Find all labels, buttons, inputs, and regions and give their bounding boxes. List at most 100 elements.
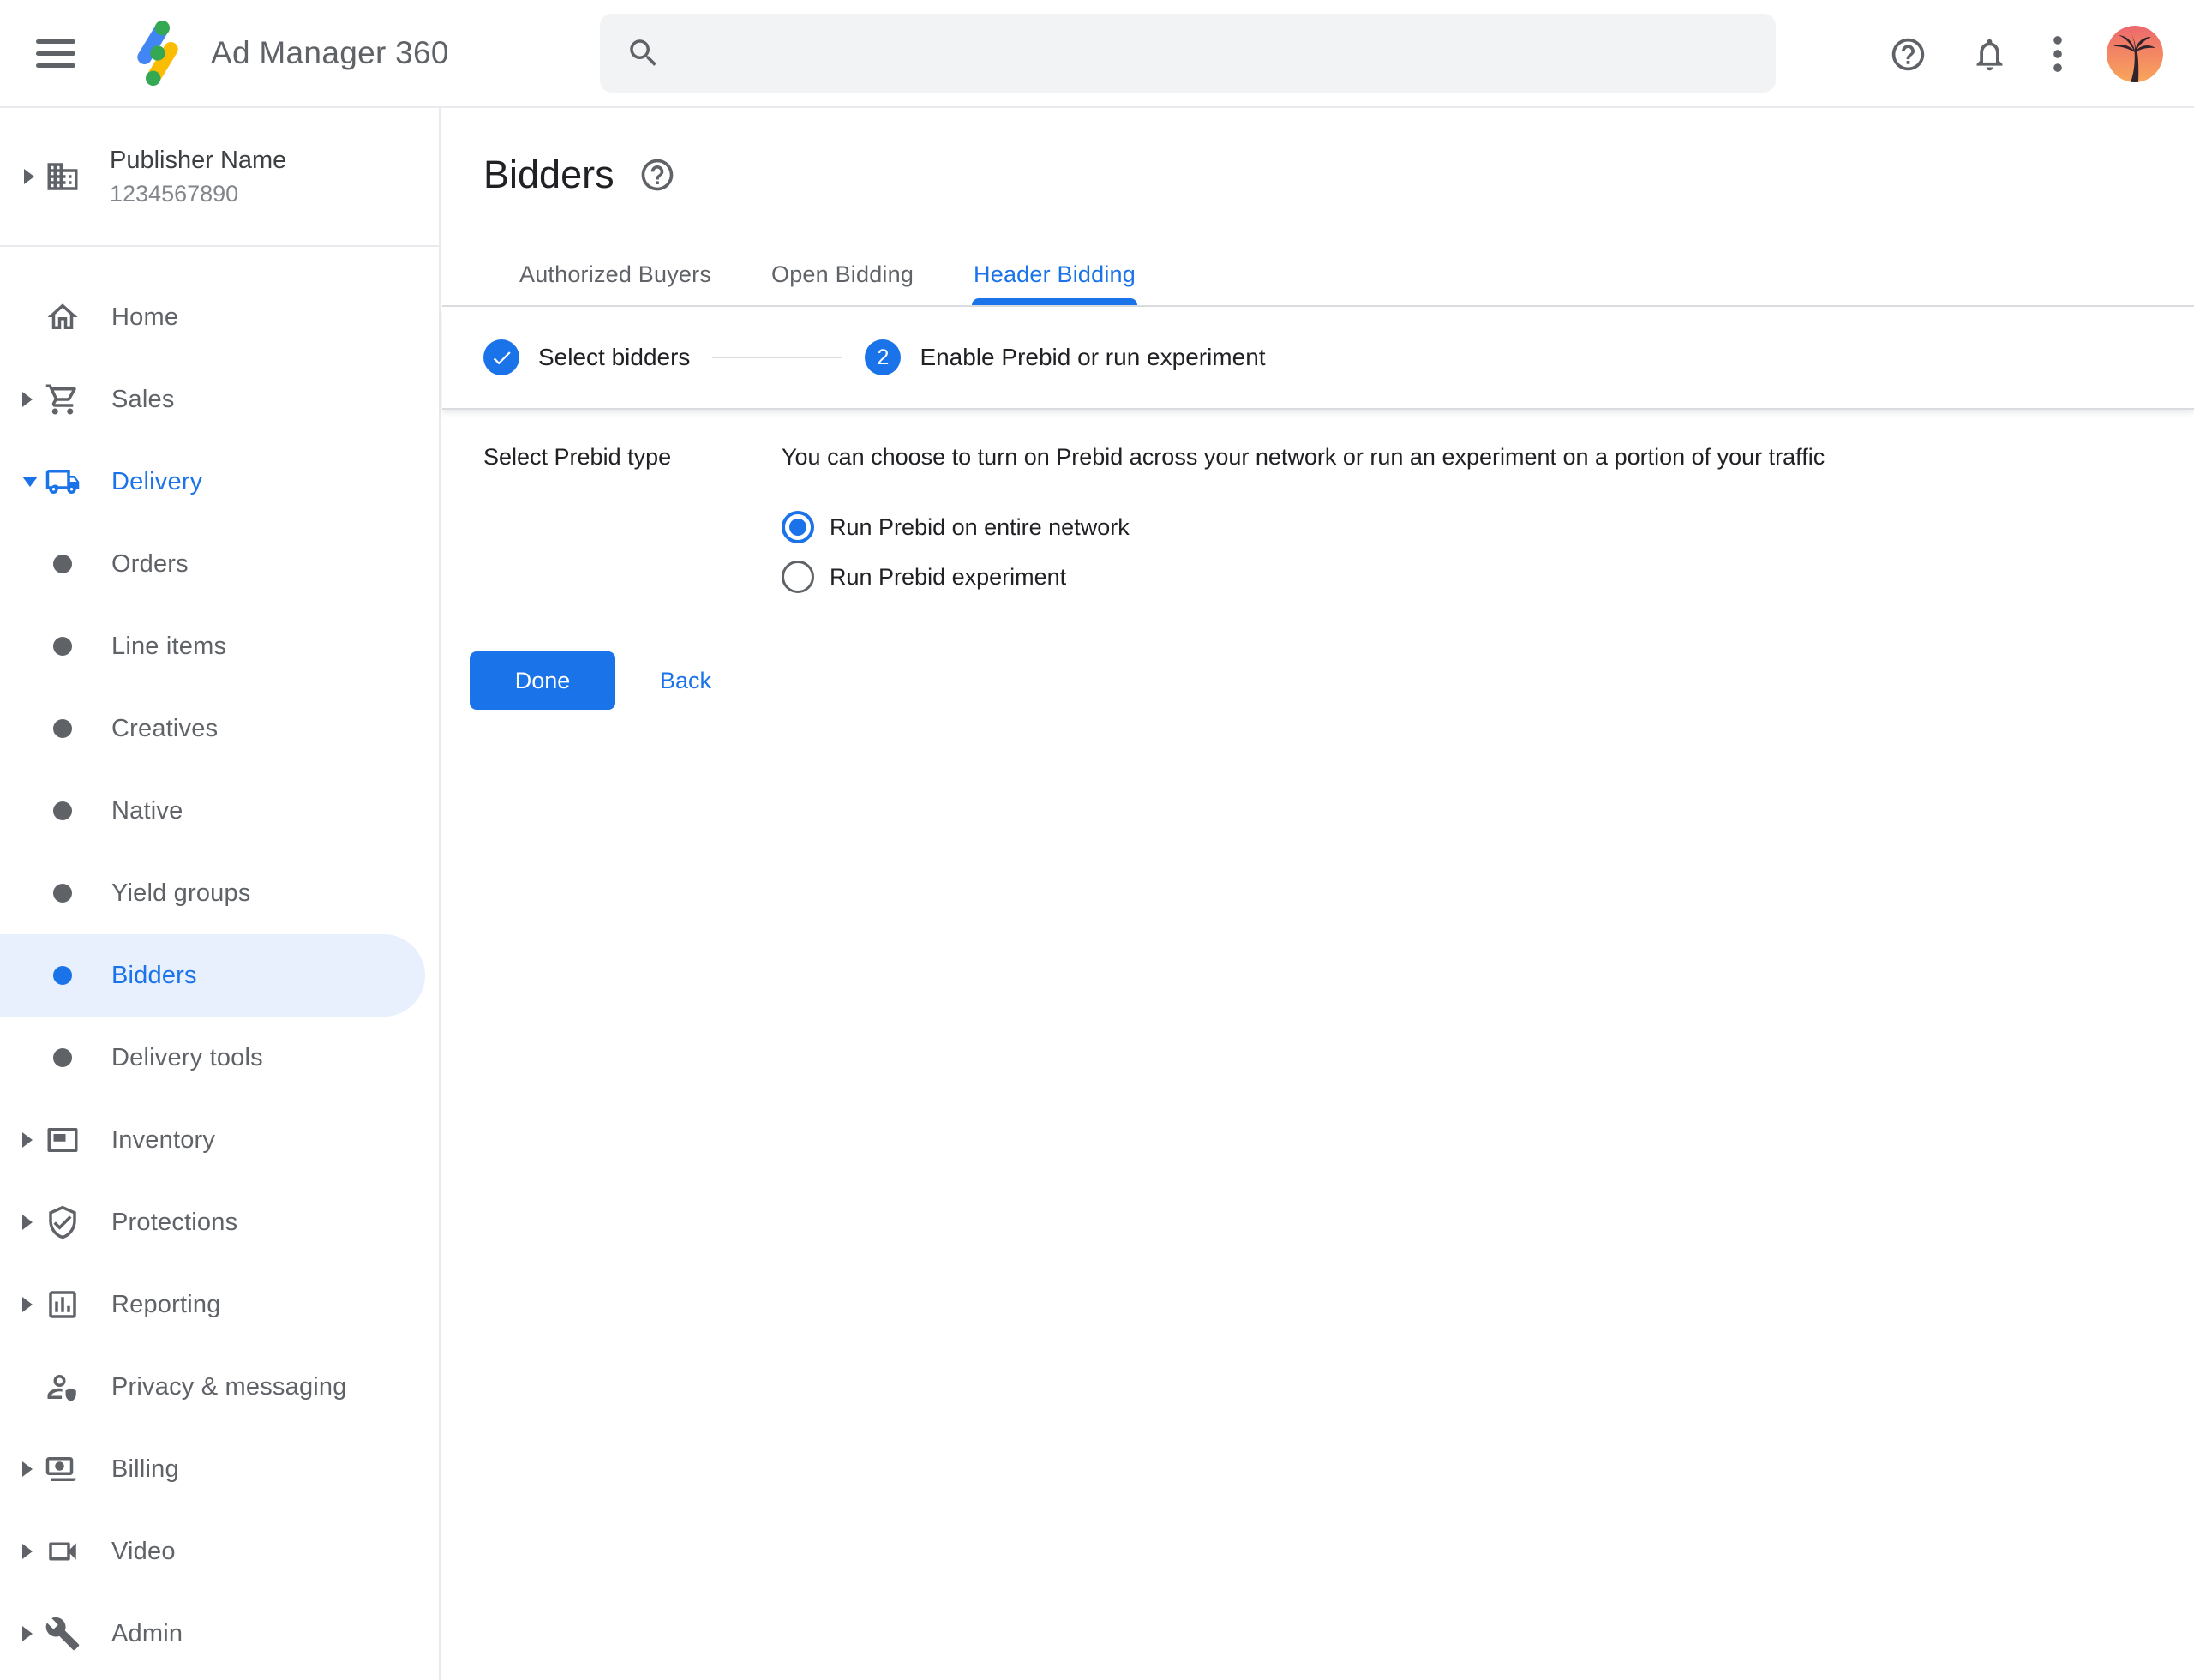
step-label: Select bidders xyxy=(538,344,690,371)
truck-icon xyxy=(45,464,81,500)
expand-arrow-icon xyxy=(24,169,34,184)
page-title: Bidders xyxy=(483,153,614,197)
sidebar-item-label: Billing xyxy=(111,1455,179,1484)
tab-header-bidding[interactable]: Header Bidding xyxy=(972,261,1137,305)
sidebar-item-delivery-tools[interactable]: Delivery tools xyxy=(0,1017,439,1099)
radio-unselected-icon[interactable] xyxy=(782,561,814,593)
sidebar-nav: Home Sales Delivery Orders Line items xyxy=(0,247,439,1675)
sidebar-item-creatives[interactable]: Creatives xyxy=(0,687,439,770)
sidebar-item-privacy-messaging[interactable]: Privacy & messaging xyxy=(0,1346,439,1428)
app-title: Ad Manager 360 xyxy=(211,35,449,71)
sidebar-item-orders[interactable]: Orders xyxy=(0,523,439,605)
stepper: Select bidders 2 Enable Prebid or run ex… xyxy=(442,307,2194,410)
sidebar-item-inventory[interactable]: Inventory xyxy=(0,1099,439,1181)
sidebar-item-label: Sales xyxy=(111,386,175,414)
radio-option-label: Run Prebid on entire network xyxy=(830,514,1130,541)
topbar-actions xyxy=(1889,0,2163,108)
sidebar-item-home[interactable]: Home xyxy=(0,276,439,358)
form-actions: Done Back xyxy=(470,651,2194,710)
help-icon[interactable] xyxy=(1889,35,1927,74)
sidebar-item-label: Native xyxy=(111,797,183,825)
sidebar-item-label: Creatives xyxy=(111,715,218,743)
sidebar-item-yield-groups[interactable]: Yield groups xyxy=(0,852,439,934)
home-icon xyxy=(45,299,81,335)
bullet-icon xyxy=(53,884,72,903)
sidebar-item-protections[interactable]: Protections xyxy=(0,1181,439,1263)
wrench-icon xyxy=(45,1616,81,1652)
sidebar-item-label: Inventory xyxy=(111,1126,215,1155)
sidebar-item-label: Admin xyxy=(111,1620,183,1648)
bar-chart-icon xyxy=(45,1287,81,1323)
sidebar-item-label: Orders xyxy=(111,550,189,579)
prebid-type-form: Select Prebid type You can choose to tur… xyxy=(442,410,2194,593)
sidebar-item-video[interactable]: Video xyxy=(0,1510,439,1593)
bullet-icon xyxy=(53,719,72,738)
sidebar-item-label: Line items xyxy=(111,633,226,661)
radio-selected-icon[interactable] xyxy=(782,511,814,543)
more-options-icon[interactable] xyxy=(2052,34,2064,74)
done-button[interactable]: Done xyxy=(470,651,615,710)
sidebar-item-label: Yield groups xyxy=(111,879,251,908)
step-select-bidders[interactable]: Select bidders xyxy=(483,339,690,375)
top-app-bar: Ad Manager 360 xyxy=(0,0,2194,108)
sidebar-item-billing[interactable]: Billing xyxy=(0,1428,439,1510)
avatar[interactable] xyxy=(2107,26,2163,82)
radio-option-label: Run Prebid experiment xyxy=(830,564,1066,591)
step-complete-check-icon xyxy=(483,339,519,375)
expand-arrow-icon xyxy=(22,392,33,407)
sidebar-item-label: Privacy & messaging xyxy=(111,1373,347,1401)
sidebar-item-label: Protections xyxy=(111,1209,237,1237)
publisher-name: Publisher Name xyxy=(110,147,286,175)
sidebar-item-label: Home xyxy=(111,303,178,332)
shield-check-icon xyxy=(45,1204,81,1240)
expand-arrow-icon xyxy=(22,1297,33,1312)
form-description: You can choose to turn on Prebid across … xyxy=(782,442,1825,471)
bullet-icon xyxy=(53,966,72,985)
radio-run-prebid-entire-network[interactable]: Run Prebid on entire network xyxy=(782,511,1825,543)
step-number-badge: 2 xyxy=(865,339,901,375)
bullet-icon xyxy=(53,637,72,656)
notifications-icon[interactable] xyxy=(1970,35,2009,74)
sidebar-item-sales[interactable]: Sales xyxy=(0,358,439,441)
person-shield-icon xyxy=(45,1369,81,1405)
sidebar-item-label: Bidders xyxy=(111,962,197,990)
collapse-arrow-icon xyxy=(22,477,38,487)
expand-arrow-icon xyxy=(22,1544,33,1559)
back-button[interactable]: Back xyxy=(660,668,711,694)
search-icon xyxy=(626,35,662,71)
sidebar-item-label: Delivery xyxy=(111,468,202,496)
tab-bar: Authorized Buyers Open Bidding Header Bi… xyxy=(442,261,2194,307)
menu-icon[interactable] xyxy=(36,39,75,68)
main-content: Bidders Authorized Buyers Open Bidding H… xyxy=(442,108,2194,1680)
step-connector xyxy=(712,357,842,358)
publisher-switcher[interactable]: Publisher Name 1234567890 xyxy=(0,108,439,247)
prebid-type-radio-group: Run Prebid on entire network Run Prebid … xyxy=(782,511,1825,593)
form-field-label: Select Prebid type xyxy=(483,442,782,593)
publisher-id: 1234567890 xyxy=(110,181,286,207)
sidebar-item-reporting[interactable]: Reporting xyxy=(0,1263,439,1346)
bullet-icon xyxy=(53,1048,72,1067)
sidebar-item-delivery[interactable]: Delivery xyxy=(0,441,439,523)
expand-arrow-icon xyxy=(22,1626,33,1641)
radio-run-prebid-experiment[interactable]: Run Prebid experiment xyxy=(782,561,1825,593)
sidebar-item-bidders[interactable]: Bidders xyxy=(0,934,425,1017)
step-enable-prebid[interactable]: 2 Enable Prebid or run experiment xyxy=(865,339,1265,375)
sidebar-item-admin[interactable]: Admin xyxy=(0,1593,439,1675)
tab-authorized-buyers[interactable]: Authorized Buyers xyxy=(518,261,713,305)
step-label: Enable Prebid or run experiment xyxy=(920,344,1265,371)
ad-manager-logo-icon xyxy=(123,19,192,87)
ad-unit-icon xyxy=(45,1122,81,1158)
bullet-icon xyxy=(53,555,72,573)
expand-arrow-icon xyxy=(22,1132,33,1148)
title-help-icon[interactable] xyxy=(638,156,676,194)
sidebar-item-line-items[interactable]: Line items xyxy=(0,605,439,687)
search-input[interactable] xyxy=(684,14,1776,93)
expand-arrow-icon xyxy=(22,1461,33,1477)
search-bar[interactable] xyxy=(600,14,1776,93)
sidebar-item-label: Reporting xyxy=(111,1291,221,1319)
tab-open-bidding[interactable]: Open Bidding xyxy=(770,261,915,305)
sidebar-item-native[interactable]: Native xyxy=(0,770,439,852)
sidebar-item-label: Video xyxy=(111,1538,176,1566)
expand-arrow-icon xyxy=(22,1215,33,1230)
building-icon xyxy=(45,159,81,195)
